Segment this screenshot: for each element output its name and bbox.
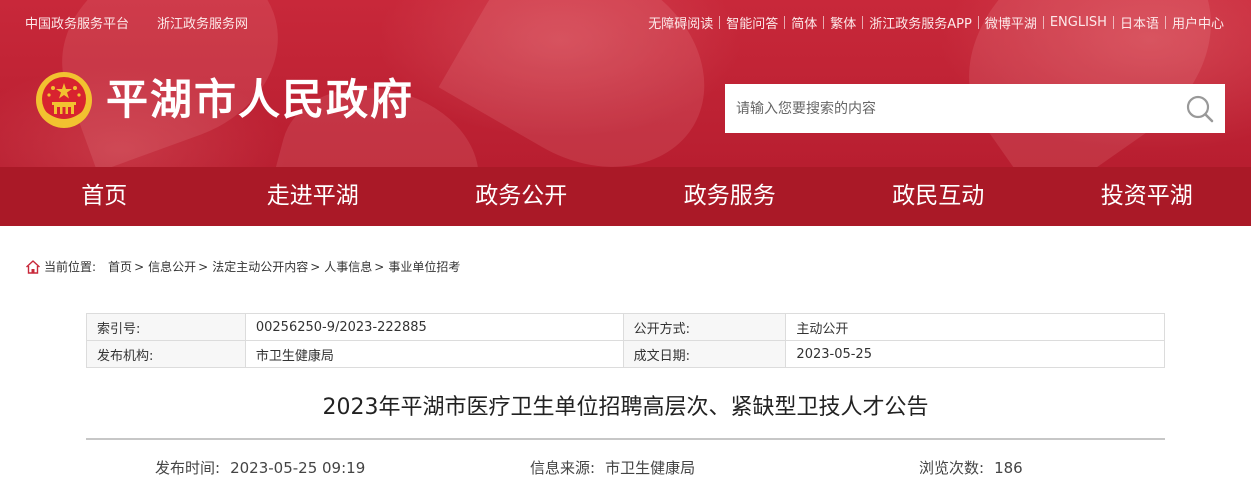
nav-item-home[interactable]: 首页 [0, 167, 209, 226]
method-label: 公开方式: [622, 313, 787, 341]
org-label: 发布机构: [86, 340, 246, 368]
org-value: 市卫生健康局 [244, 340, 624, 368]
breadcrumb-label: 当前位置: [44, 260, 97, 274]
date-value: 2023-05-25 [785, 340, 1165, 368]
date-label: 成文日期: [622, 340, 787, 368]
link-english[interactable]: ENGLISH [1050, 15, 1107, 30]
publish-time-value: 2023-05-25 09:19 [230, 459, 366, 477]
info-source-value: 市卫生健康局 [605, 459, 696, 477]
link-app[interactable]: 浙江政务服务APP [869, 13, 972, 32]
divider [1042, 16, 1044, 29]
divider [823, 16, 825, 29]
link-smart-qa[interactable]: 智能问答 [726, 13, 778, 32]
national-emblem-icon[interactable] [35, 71, 93, 129]
info-source: 信息来源: 市卫生健康局 [530, 457, 695, 478]
info-table: 索引号: 00256250-9/2023-222885 公开方式: 主动公开 发… [86, 313, 1165, 368]
title-divider [86, 438, 1165, 440]
divider [784, 16, 786, 29]
publish-time: 发布时间: 2023-05-25 09:19 [155, 457, 365, 478]
view-count: 浏览次数: 186 [919, 457, 1023, 478]
breadcrumb-separator: > [198, 259, 209, 274]
divider [977, 16, 979, 29]
divider [719, 16, 721, 29]
table-row: 索引号: 00256250-9/2023-222885 公开方式: 主动公开 [86, 313, 1165, 341]
search-bar [725, 84, 1225, 133]
breadcrumb-separator: > [310, 259, 321, 274]
breadcrumb-separator: > [134, 259, 145, 274]
site-header: 中国政务服务平台 浙江政务服务网 无障碍阅读 智能问答 简体 繁体 浙江政务服务… [0, 0, 1251, 167]
index-label: 索引号: [86, 313, 246, 341]
breadcrumb-info-open[interactable]: 信息公开 [148, 258, 196, 275]
nav-item-invest[interactable]: 投资平湖 [1043, 167, 1251, 226]
info-source-label: 信息来源: [530, 459, 596, 477]
article-title: 2023年平湖市医疗卫生单位招聘高层次、紧缺型卫技人才公告 [322, 395, 929, 420]
method-value: 主动公开 [785, 313, 1165, 341]
site-title[interactable]: 平湖市人民政府 [106, 74, 414, 126]
nav-item-about-pinghu[interactable]: 走进平湖 [209, 167, 418, 226]
link-accessibility[interactable]: 无障碍阅读 [648, 13, 713, 32]
nav-item-interaction[interactable]: 政民互动 [834, 167, 1043, 226]
home-icon [26, 259, 40, 274]
breadcrumb-statutory-content[interactable]: 法定主动公开内容 [212, 258, 308, 275]
divider [1164, 16, 1166, 29]
breadcrumb-separator: > [374, 259, 385, 274]
breadcrumb-personnel-info[interactable]: 人事信息 [324, 258, 372, 275]
link-japanese[interactable]: 日本语 [1120, 13, 1159, 32]
link-zhejiang-gov-service[interactable]: 浙江政务服务网 [157, 13, 248, 32]
search-input[interactable] [725, 84, 1175, 133]
divider [1112, 16, 1114, 29]
topbar-right-links: 无障碍阅读 智能问答 简体 繁体 浙江政务服务APP 微博平湖 ENGLISH … [648, 13, 1224, 32]
search-icon[interactable] [1175, 84, 1225, 133]
link-gov-service-platform[interactable]: 中国政务服务平台 [25, 13, 129, 32]
main-nav: 首页 走进平湖 政务公开 政务服务 政民互动 投资平湖 [0, 167, 1251, 226]
link-user-center[interactable]: 用户中心 [1172, 13, 1224, 32]
breadcrumb-home[interactable]: 首页 [108, 258, 132, 275]
index-value: 00256250-9/2023-222885 [244, 313, 624, 341]
view-count-value: 186 [994, 459, 1023, 477]
publish-time-label: 发布时间: [155, 459, 221, 477]
link-simplified[interactable]: 简体 [791, 13, 817, 32]
breadcrumb-public-institution-exam[interactable]: 事业单位招考 [388, 258, 460, 275]
divider [862, 16, 864, 29]
view-count-label: 浏览次数: [919, 459, 985, 477]
nav-item-gov-affairs-open[interactable]: 政务公开 [417, 167, 626, 226]
table-row: 发布机构: 市卫生健康局 成文日期: 2023-05-25 [86, 340, 1165, 368]
topbar-left-links: 中国政务服务平台 浙江政务服务网 [25, 13, 248, 32]
breadcrumb: 当前位置: 首页 > 信息公开 > 法定主动公开内容 > 人事信息 > 事业单位招考 [25, 258, 460, 275]
link-traditional[interactable]: 繁体 [830, 13, 856, 32]
link-weibo[interactable]: 微博平湖 [985, 13, 1037, 32]
nav-item-gov-services[interactable]: 政务服务 [626, 167, 835, 226]
